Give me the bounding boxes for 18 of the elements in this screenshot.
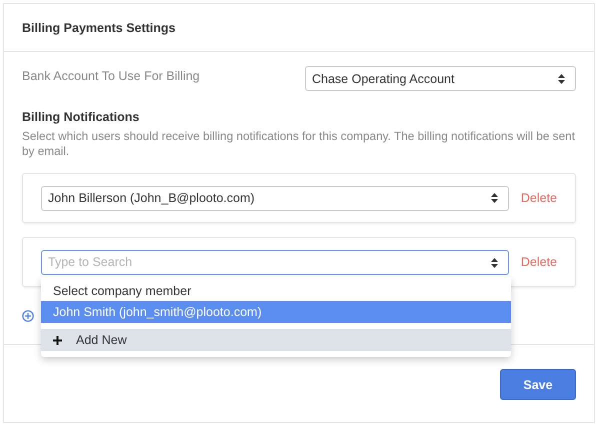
description-text: Select which users should receive billing notifications for this company. The billing notifications will be sent by email. — [22, 129, 576, 159]
plus-icon — [53, 336, 62, 344]
delete-link[interactable]: Delete — [520, 191, 557, 205]
section-title: Billing Notifications — [22, 110, 140, 124]
add-new-option[interactable]: Add New — [41, 329, 511, 351]
field-label: Bank Account To Use For Billing — [22, 69, 200, 83]
search-field[interactable]: Type to Search — [41, 250, 509, 274]
sort-arrows-icon — [558, 74, 565, 84]
select-field[interactable]: John Billerson (John_B@plooto.com) — [41, 186, 509, 210]
dropdown-option[interactable]: John Smith (john_smith@plooto.com) — [41, 301, 511, 323]
sort-arrows-icon — [490, 258, 498, 268]
plus-circle-icon[interactable] — [22, 310, 34, 322]
delete-link[interactable]: Delete — [520, 255, 557, 269]
sort-arrows-icon — [490, 193, 498, 203]
select-field[interactable]: Chase Operating Account — [305, 66, 576, 91]
dropdown-header: Select company member — [52, 283, 192, 300]
panel-title: Billing Payments Settings — [22, 20, 176, 34]
save-button[interactable]: Save — [500, 369, 576, 400]
